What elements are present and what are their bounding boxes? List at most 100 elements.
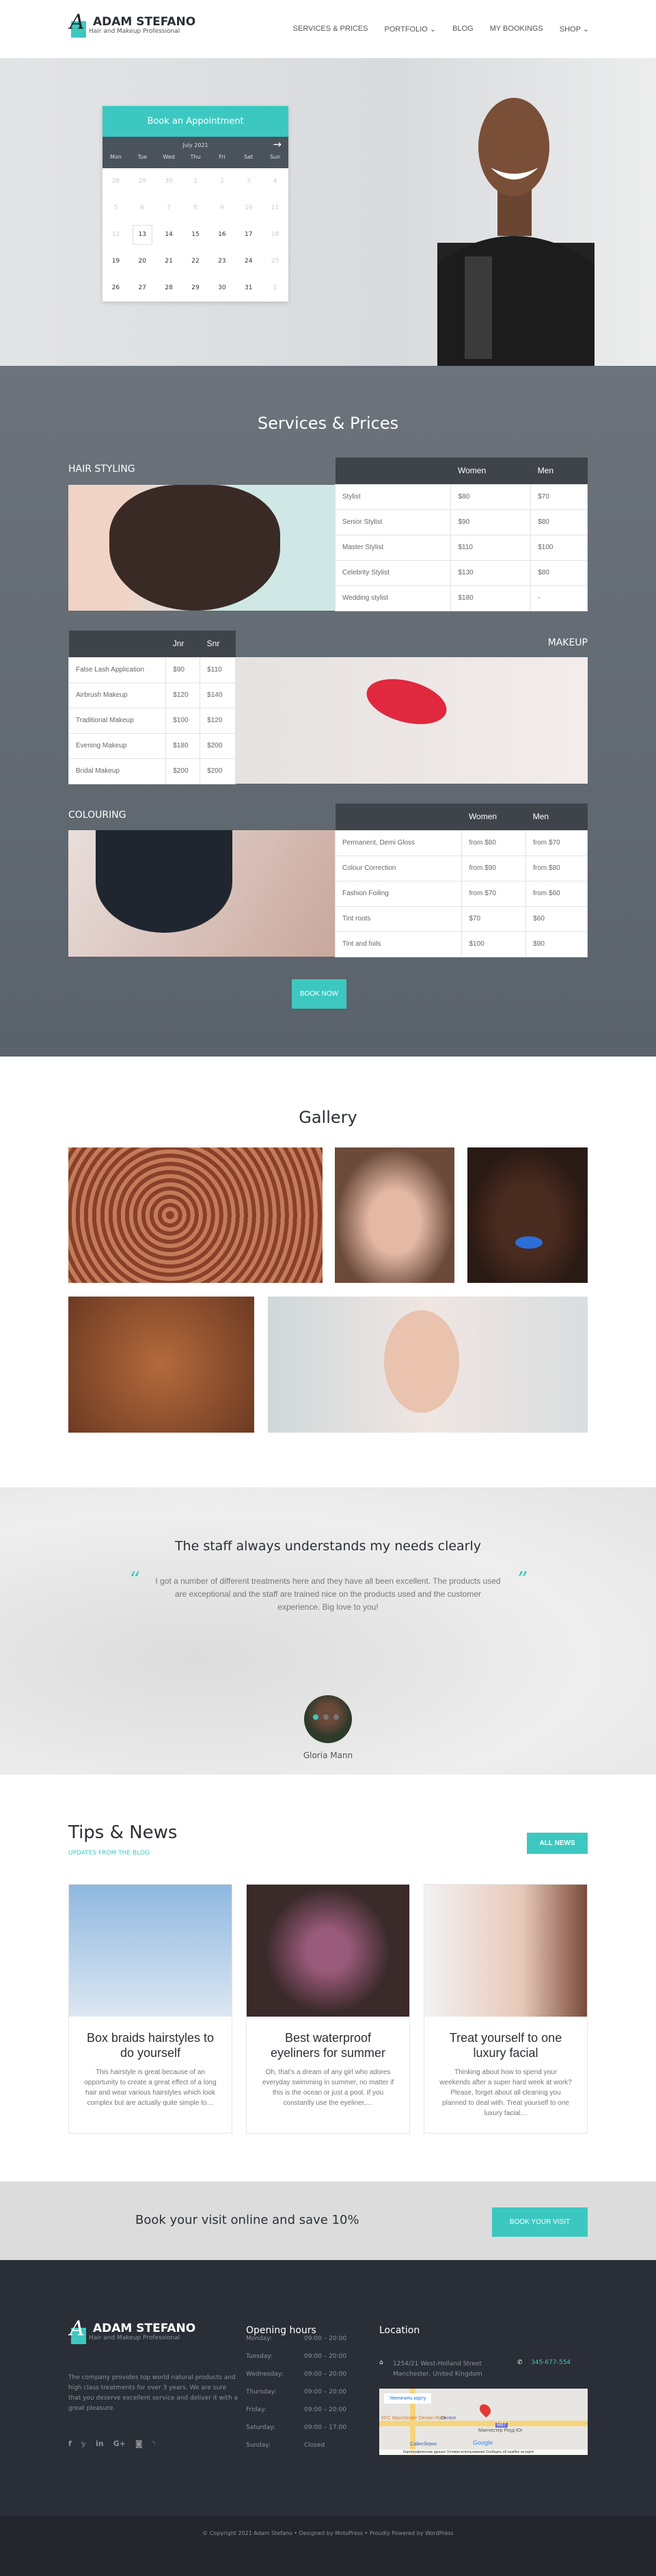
calendar-day[interactable]: 19 (102, 248, 129, 275)
gallery-image-lipstick[interactable] (268, 1297, 588, 1433)
nav-my-bookings[interactable]: MY BOOKINGS (490, 25, 543, 34)
table-cell: Wedding stylist (334, 585, 452, 611)
table-cell: $180 (165, 732, 201, 759)
time: 09:00 – 20:00 (304, 2406, 347, 2413)
enlarge-map-button[interactable]: Увеличить карту (384, 2393, 432, 2404)
calendar-day[interactable]: 17 (235, 222, 262, 248)
calendar-day[interactable]: 29 (182, 275, 209, 302)
calendar-day: 5 (113, 204, 118, 211)
calendar-day[interactable]: 28 (156, 275, 182, 302)
table-cell: False Lash Application (68, 656, 167, 683)
table-row: Evening Makeup $180 $200 (68, 732, 236, 759)
calendar-day: 29 (138, 178, 146, 185)
book-your-visit-button[interactable]: BOOK YOUR VISIT (492, 2207, 588, 2237)
calendar-day[interactable]: 13 (129, 222, 156, 248)
calendar-day[interactable]: 23 (208, 248, 235, 275)
post-excerpt: This hairstyle is great because of an op… (84, 2069, 217, 2107)
calendar-day[interactable]: 22 (182, 248, 209, 275)
logo[interactable]: A ADAM STEFANO Hair and Makeup Professio… (68, 10, 195, 39)
table-cell: $80 (530, 559, 588, 586)
calendar-day[interactable]: 16 (208, 222, 235, 248)
calendar-day: 28 (111, 178, 120, 185)
post-title[interactable]: Treat yourself to one luxury facial (438, 2030, 573, 2060)
table-header: Women Men (335, 804, 588, 830)
calendar-day: 30 (165, 178, 173, 185)
table-row: Colour Correction from $90 from $80 (334, 855, 588, 881)
table-cell: Airbrush Makeup (68, 682, 167, 708)
instagram-icon[interactable]: ◙ (135, 2439, 143, 2448)
gallery-image-face[interactable] (335, 1147, 454, 1283)
table-cell: $70 (461, 905, 527, 932)
slider-dot-2[interactable] (323, 1714, 329, 1720)
google-plus-icon[interactable]: G+ (113, 2439, 126, 2448)
map-pin-icon (477, 2402, 493, 2418)
post-image[interactable] (69, 1885, 232, 2017)
post-image[interactable] (424, 1885, 587, 2017)
testimonial-section: The staff always understands my needs cl… (0, 1487, 656, 1775)
post-card[interactable]: Best waterproof eyeliners for summer Oh, … (246, 1884, 410, 2134)
colouring-label: COLOURING (68, 810, 126, 821)
table-cell: Master Stylist (334, 534, 452, 561)
rss-icon[interactable]: ◝ (152, 2439, 155, 2448)
time: Closed (304, 2442, 325, 2449)
calendar-days: 28 29 30 1 2 3 4 5 6 7 8 9 10 11 12 13 14 15 16 17 18 19 20 21 2… (102, 168, 288, 302)
book-now-button[interactable]: BOOK NOW (292, 979, 346, 1009)
table-cell: $60 (525, 905, 588, 932)
map-label: M67 (495, 2423, 508, 2428)
arrow-right-icon[interactable]: → (273, 138, 282, 150)
slider-dot-3[interactable] (333, 1714, 339, 1720)
table-cell: from $70 (525, 829, 588, 856)
gallery-image-henna[interactable] (68, 1147, 323, 1283)
calendar-day[interactable]: 14 (156, 222, 182, 248)
time: 09:00 – 20:00 (304, 2371, 347, 2378)
post-title[interactable]: Best waterproof eyeliners for summer (260, 2030, 396, 2060)
map-label: Сайнсберис (410, 2442, 437, 2447)
weekday-label: Thu (190, 154, 201, 160)
calendar-day[interactable]: 21 (156, 248, 182, 275)
cta-text: Book your visit online and save 10% (135, 2213, 359, 2227)
table-cell: $80 (450, 483, 532, 510)
calendar-day[interactable]: 24 (235, 248, 262, 275)
calendar-day[interactable]: 26 (102, 275, 129, 302)
table-row: Fashion Foiling from $70 from $60 (334, 880, 588, 907)
twitter-icon[interactable]: 𝕪 (81, 2439, 86, 2448)
nav-blog[interactable]: BLOG (452, 25, 474, 34)
nav-portfolio[interactable]: PORTFOLIO ⌄ (384, 25, 436, 34)
calendar-day[interactable]: 15 (182, 222, 209, 248)
post-card[interactable]: Box braids hairstyles to do yourself This… (68, 1884, 232, 2134)
table-row: Tint roots $70 $60 (334, 905, 588, 932)
table-cell: $180 (450, 585, 532, 611)
phone-link[interactable]: 345-677-554 (531, 2359, 571, 2366)
footer-logo[interactable]: A ADAM STEFANO Hair and Makeup Professio… (68, 2317, 195, 2346)
calendar-day: 4 (273, 178, 277, 185)
footer: A ADAM STEFANO Hair and Makeup Professio… (0, 2260, 656, 2517)
linkedin-icon[interactable]: in (96, 2439, 104, 2448)
slider-dots (313, 1714, 343, 1720)
calendar-day[interactable]: 31 (235, 275, 262, 302)
nav-shop[interactable]: SHOP ⌄ (560, 25, 589, 34)
nav-services[interactable]: SERVICES & PRICES (293, 25, 368, 34)
column-header: Women (450, 457, 531, 484)
gallery-image-blue-lips[interactable] (467, 1147, 588, 1283)
post-card[interactable]: Treat yourself to one luxury facial Think… (424, 1884, 588, 2134)
calendar-day[interactable]: 20 (129, 248, 156, 275)
calendar-day[interactable]: 30 (208, 275, 235, 302)
post-title[interactable]: Box braids hairstyles to do yourself (83, 2030, 218, 2060)
location-title: Location (379, 2325, 420, 2336)
calendar-day[interactable]: 27 (129, 275, 156, 302)
hours-row: Saturday: 09:00 – 17:00 (246, 2424, 346, 2442)
post-image[interactable] (247, 1885, 409, 2017)
gallery-image-hair-flowers[interactable] (68, 1297, 254, 1433)
all-news-button[interactable]: ALL NEWS (527, 1833, 588, 1854)
map-label: KFC Manchester Denton Rock (381, 2416, 446, 2421)
weekday-label: Wed (163, 154, 175, 160)
logo-mark: A (68, 10, 89, 39)
column-header (68, 630, 166, 657)
location-map[interactable]: Увеличить карту KFC Manchester Denton Ro… (379, 2389, 588, 2455)
facebook-icon[interactable]: f (68, 2439, 72, 2448)
time: 09:00 – 20:00 (304, 2335, 347, 2342)
table-cell: $90 (450, 509, 532, 535)
column-header: Jnr (165, 630, 200, 657)
slider-dot-1[interactable] (313, 1714, 318, 1720)
column-header: Snr (200, 630, 236, 657)
